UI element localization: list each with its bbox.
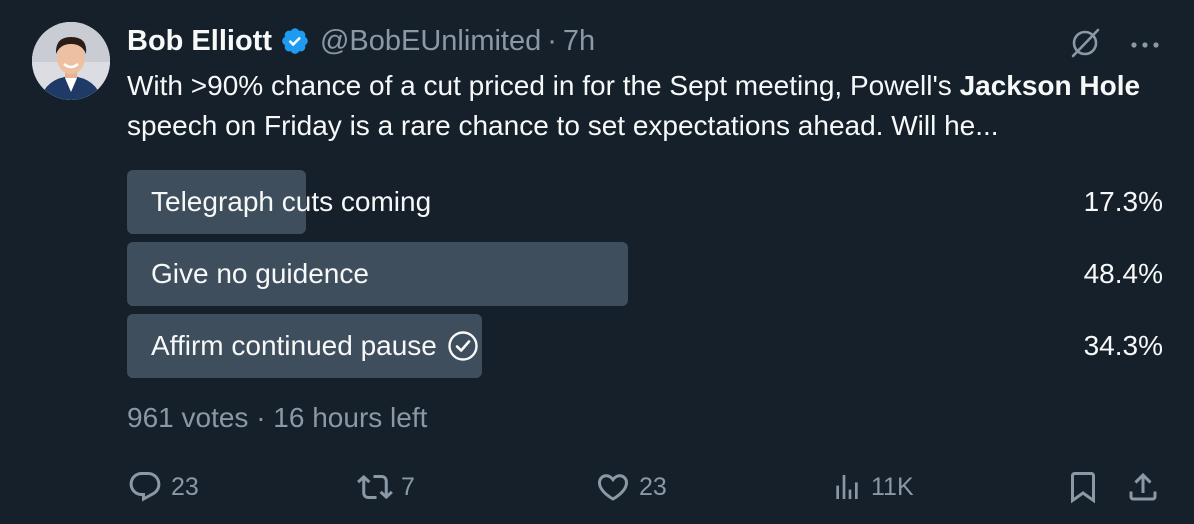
like-button[interactable]: 23 — [595, 466, 667, 508]
poll-option-label: Give no guidence — [151, 242, 369, 306]
tweet-text-part1: With >90% chance of a cut priced in for … — [127, 70, 960, 101]
poll-option-percent: 34.3% — [1083, 330, 1163, 361]
poll-option-label: Affirm continued pause — [151, 314, 479, 378]
poll-option-text: Affirm continued pause — [151, 330, 437, 361]
separator-dot: · — [547, 24, 557, 57]
bookmark-icon — [1071, 472, 1095, 504]
bookmark-button[interactable] — [1065, 466, 1101, 508]
like-count: 23 — [639, 472, 667, 501]
poll-option-percent: 48.4% — [1083, 258, 1163, 289]
verified-badge-icon[interactable] — [280, 26, 310, 56]
more-icon[interactable] — [1130, 37, 1160, 55]
repost-icon — [357, 474, 393, 500]
poll-option-text: Give no guidence — [151, 258, 369, 289]
timestamp[interactable]: 7h — [563, 25, 595, 58]
poll-option: Affirm continued pause 34.3% — [127, 314, 1163, 378]
like-icon — [597, 474, 629, 501]
author-name[interactable]: Bob Elliott — [127, 25, 272, 58]
views-button[interactable]: 11K — [831, 466, 914, 508]
poll: Telegraph cuts coming 17.3% Give no guid… — [127, 170, 1163, 386]
views-icon — [836, 475, 858, 499]
views-count: 11K — [871, 472, 914, 501]
tweet-header: Bob Elliott @BobEUnlimited · 7h — [127, 22, 595, 60]
poll-option-label: Telegraph cuts coming — [151, 170, 431, 234]
share-icon — [1129, 472, 1157, 501]
check-circle-icon — [447, 330, 479, 362]
reply-count: 23 — [171, 472, 199, 501]
tweet: Bob Elliott @BobEUnlimited · 7h With >90… — [0, 0, 1194, 524]
repost-count: 7 — [401, 472, 415, 501]
tweet-text-bold[interactable]: Jackson Hole — [960, 70, 1141, 101]
avatar[interactable] — [32, 22, 110, 100]
reply-button[interactable]: 23 — [127, 466, 199, 508]
author-handle[interactable]: @BobEUnlimited — [320, 25, 541, 58]
poll-option-percent: 17.3% — [1083, 186, 1163, 217]
top-actions — [1068, 26, 1160, 65]
poll-option: Telegraph cuts coming 17.3% — [127, 170, 1163, 234]
tweet-text-part2: speech on Friday is a rare chance to set… — [127, 110, 999, 141]
poll-option: Give no guidence 48.4% — [127, 242, 1163, 306]
poll-meta: 961 votes · 16 hours left — [127, 402, 428, 433]
poll-option-text: Telegraph cuts coming — [151, 186, 432, 217]
grok-icon[interactable] — [1068, 26, 1102, 65]
repost-button[interactable]: 7 — [357, 466, 415, 508]
reply-icon — [129, 472, 161, 502]
action-bar: 23 7 23 11K — [127, 466, 1167, 508]
share-button[interactable] — [1125, 466, 1161, 508]
avatar-image — [32, 22, 110, 100]
tweet-text: With >90% chance of a cut priced in for … — [127, 66, 1167, 146]
